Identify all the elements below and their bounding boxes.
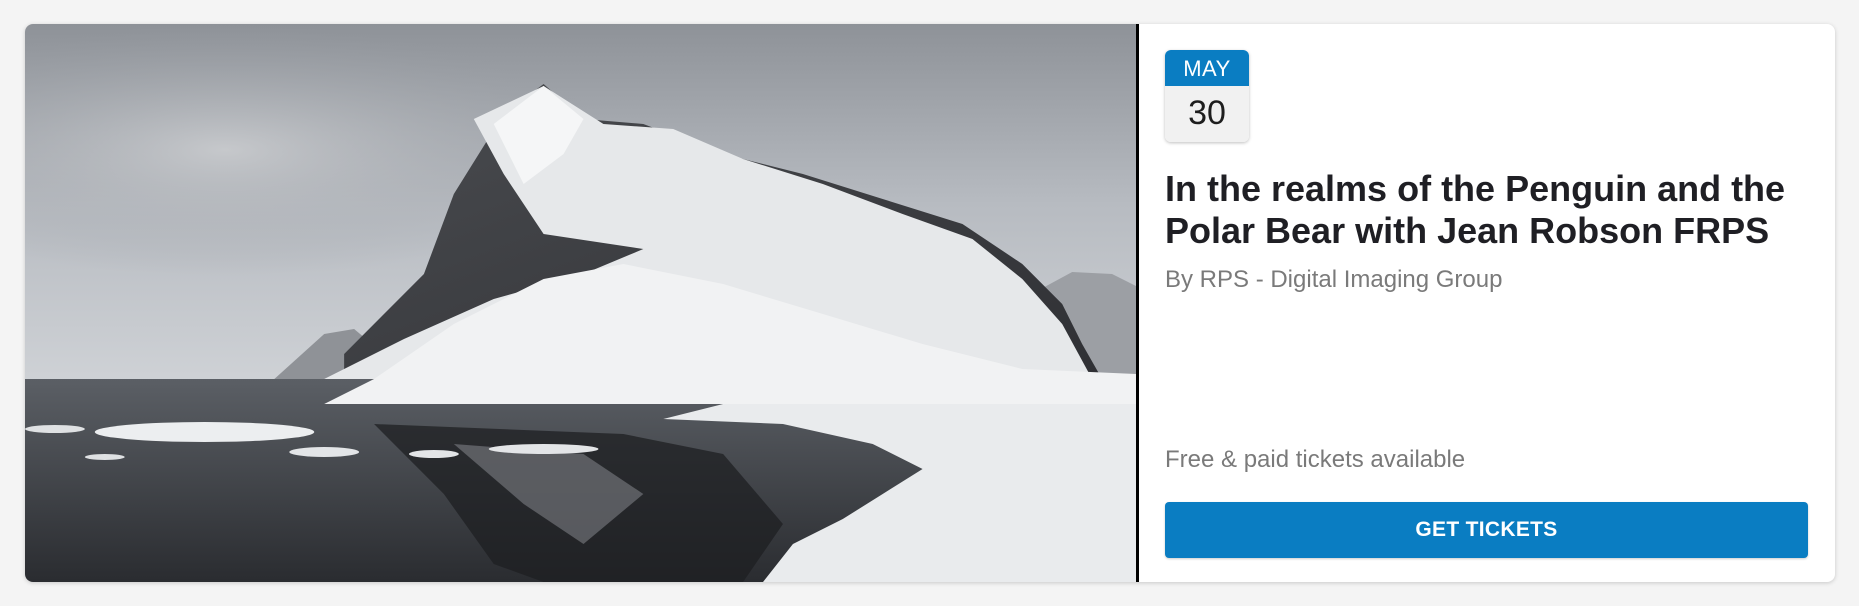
- event-card[interactable]: MAY 30 In the realms of the Penguin and …: [25, 24, 1835, 582]
- event-info: MAY 30 In the realms of the Penguin and …: [1139, 24, 1835, 582]
- date-month: MAY: [1165, 50, 1249, 86]
- mountain-landscape-image: [25, 24, 1136, 582]
- date-badge: MAY 30: [1165, 50, 1249, 142]
- date-day: 30: [1165, 86, 1249, 142]
- event-organizer: By RPS - Digital Imaging Group: [1165, 266, 1503, 293]
- event-title[interactable]: In the realms of the Penguin and the Pol…: [1165, 168, 1810, 252]
- event-image[interactable]: [25, 24, 1139, 582]
- get-tickets-button[interactable]: GET TICKETS: [1165, 502, 1808, 558]
- ticket-availability: Free & paid tickets available: [1165, 446, 1466, 473]
